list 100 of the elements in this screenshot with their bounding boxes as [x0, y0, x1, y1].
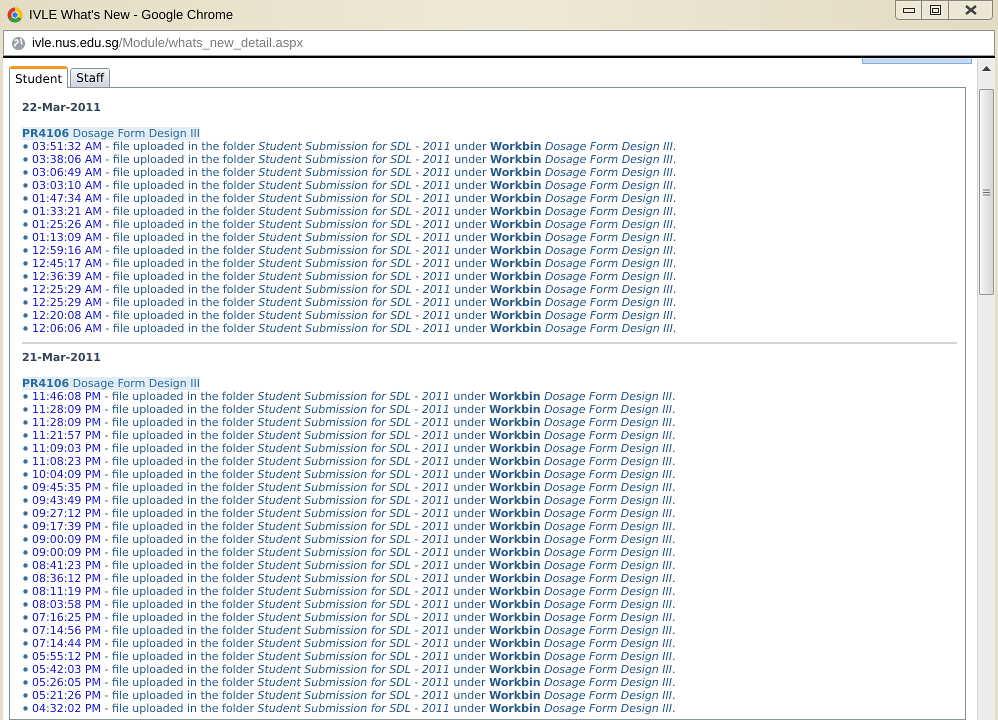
- tab[interactable]: Staff: [70, 68, 110, 87]
- update-entry: 09:27:12 PM - file uploaded in the folder Student Submission for SDL - 2011 under Workbin Dosage Form Design III.: [32, 507, 676, 520]
- update-entry: 11:46:08 PM - file uploaded in the folder Student Submission for SDL - 2011 under Workbin Dosage Form Design III.: [32, 390, 676, 403]
- close-button[interactable]: [949, 0, 993, 20]
- time-link[interactable]: 09:00:09 PM: [32, 533, 102, 546]
- update-entry: 07:14:56 PM - file uploaded in the folder Student Submission for SDL - 2011 under Workbin Dosage Form Design III.: [32, 624, 676, 637]
- scrollbar-thumb[interactable]: [979, 89, 994, 295]
- update-entry: 05:21:26 PM - file uploaded in the folder Student Submission for SDL - 2011 under Workbin Dosage Form Design III.: [32, 689, 676, 702]
- time-link[interactable]: 03:51:32 AM: [32, 140, 102, 153]
- update-entry: 12:36:39 AM - file uploaded in the folder Student Submission for SDL - 2011 under Workbin Dosage Form Design III.: [32, 270, 676, 283]
- update-entry: 08:11:19 PM - file uploaded in the folder Student Submission for SDL - 2011 under Workbin Dosage Form Design III.: [32, 585, 676, 598]
- time-link[interactable]: 12:36:39 AM: [32, 270, 102, 283]
- update-entry: 09:00:09 PM - file uploaded in the folder Student Submission for SDL - 2011 under Workbin Dosage Form Design III.: [32, 533, 676, 546]
- time-link[interactable]: 05:55:12 PM: [32, 650, 102, 663]
- update-entry: 12:20:08 AM - file uploaded in the folder Student Submission for SDL - 2011 under Workbin Dosage Form Design III.: [32, 309, 676, 322]
- update-entry: 04:32:02 PM - file uploaded in the folder Student Submission for SDL - 2011 under Workbin Dosage Form Design III.: [32, 702, 676, 715]
- browser-logo-icon: [7, 7, 23, 23]
- address-bar[interactable]: ivle.nus.edu.sg/Module/whats_new_detail.aspx: [3, 30, 995, 56]
- update-entry: 05:42:03 PM - file uploaded in the folder Student Submission for SDL - 2011 under Workbin Dosage Form Design III.: [32, 663, 676, 676]
- bullet-icon: [23, 144, 28, 149]
- time-link[interactable]: 03:06:49 AM: [32, 166, 102, 179]
- tab[interactable]: Student: [9, 66, 68, 88]
- time-link[interactable]: 07:14:56 PM: [32, 624, 102, 637]
- time-link[interactable]: 05:26:05 PM: [32, 676, 102, 689]
- time-link[interactable]: 11:28:09 PM: [32, 416, 102, 429]
- time-link[interactable]: 01:47:34 AM: [32, 192, 102, 205]
- time-link[interactable]: 09:00:09 PM: [32, 546, 102, 559]
- time-link[interactable]: 05:42:03 PM: [32, 663, 102, 676]
- bullet-icon: [23, 589, 28, 594]
- time-link[interactable]: 03:38:06 AM: [32, 153, 102, 166]
- time-link[interactable]: 07:14:44 PM: [32, 637, 102, 650]
- minimize-button[interactable]: [895, 0, 922, 20]
- time-link[interactable]: 12:45:17 AM: [32, 257, 102, 270]
- update-entry: 01:25:26 AM - file uploaded in the folder Student Submission for SDL - 2011 under Workbin Dosage Form Design III.: [32, 218, 676, 231]
- module-link[interactable]: PR4106: [22, 377, 70, 390]
- time-link[interactable]: 08:03:58 PM: [32, 598, 102, 611]
- update-entry: 03:51:32 AM - file uploaded in the folder Student Submission for SDL - 2011 under Workbin Dosage Form Design III.: [32, 140, 676, 153]
- bullet-icon: [23, 196, 28, 201]
- bullet-icon: [23, 537, 28, 542]
- update-entry: 12:45:17 AM - file uploaded in the folder Student Submission for SDL - 2011 under Workbin Dosage Form Design III.: [32, 257, 676, 270]
- bullet-icon: [23, 222, 28, 227]
- time-link[interactable]: 09:43:49 PM: [32, 494, 102, 507]
- scrollbar[interactable]: [977, 58, 995, 720]
- bullet-icon: [23, 511, 28, 516]
- bullet-icon: [23, 420, 28, 425]
- time-link[interactable]: 09:17:39 PM: [32, 520, 102, 533]
- update-entry: 09:17:39 PM - file uploaded in the folder Student Submission for SDL - 2011 under Workbin Dosage Form Design III.: [32, 520, 676, 533]
- bullet-icon: [23, 602, 28, 607]
- bullet-icon: [23, 693, 28, 698]
- time-link[interactable]: 08:36:12 PM: [32, 572, 102, 585]
- bullet-icon: [23, 235, 28, 240]
- window-title: IVLE What's New - Google Chrome: [29, 6, 234, 24]
- update-entry: 11:08:23 PM - file uploaded in the folder Student Submission for SDL - 2011 under Workbin Dosage Form Design III.: [32, 455, 676, 468]
- time-link[interactable]: 12:25:29 AM: [32, 283, 102, 296]
- time-link[interactable]: 01:33:21 AM: [32, 205, 102, 218]
- bullet-icon: [23, 248, 28, 253]
- bullet-icon: [23, 313, 28, 318]
- time-link[interactable]: 10:04:09 PM: [32, 468, 102, 481]
- scroll-up-icon[interactable]: [982, 66, 991, 71]
- module-link[interactable]: PR4106: [22, 127, 70, 140]
- bullet-icon: [23, 485, 28, 490]
- bullet-icon: [23, 459, 28, 464]
- update-entry: 01:47:34 AM - file uploaded in the folder Student Submission for SDL - 2011 under Workbin Dosage Form Design III.: [32, 192, 676, 205]
- bullet-icon: [23, 615, 28, 620]
- time-link[interactable]: 11:21:57 PM: [32, 429, 102, 442]
- time-link[interactable]: 08:41:23 PM: [32, 559, 102, 572]
- update-entry: 01:13:09 AM - file uploaded in the folder Student Submission for SDL - 2011 under Workbin Dosage Form Design III.: [32, 231, 676, 244]
- time-link[interactable]: 01:25:26 AM: [32, 218, 102, 231]
- date-heading: 22-Mar-2011: [22, 101, 101, 114]
- time-link[interactable]: 03:03:10 AM: [32, 179, 102, 192]
- bullet-icon: [23, 446, 28, 451]
- time-link[interactable]: 12:06:06 AM: [32, 322, 102, 335]
- bullet-icon: [23, 641, 28, 646]
- time-link[interactable]: 07:16:25 PM: [32, 611, 102, 624]
- update-entry: 03:06:49 AM - file uploaded in the folder Student Submission for SDL - 2011 under Workbin Dosage Form Design III.: [32, 166, 676, 179]
- time-link[interactable]: 11:46:08 PM: [32, 390, 102, 403]
- update-entry: 07:16:25 PM - file uploaded in the folder Student Submission for SDL - 2011 under Workbin Dosage Form Design III.: [32, 611, 676, 624]
- time-link[interactable]: 09:45:35 PM: [32, 481, 102, 494]
- time-link[interactable]: 08:11:19 PM: [32, 585, 102, 598]
- bullet-icon: [23, 667, 28, 672]
- bullet-icon: [23, 170, 28, 175]
- time-link[interactable]: 12:25:29 AM: [32, 296, 102, 309]
- update-entry: 08:36:12 PM - file uploaded in the folder Student Submission for SDL - 2011 under Workbin Dosage Form Design III.: [32, 572, 676, 585]
- time-link[interactable]: 12:20:08 AM: [32, 309, 102, 322]
- update-entry: 12:59:16 AM - file uploaded in the folder Student Submission for SDL - 2011 under Workbin Dosage Form Design III.: [32, 244, 676, 257]
- update-entry: 12:25:29 AM - file uploaded in the folder Student Submission for SDL - 2011 under Workbin Dosage Form Design III.: [32, 296, 676, 309]
- time-link[interactable]: 09:27:12 PM: [32, 507, 102, 520]
- update-entry: 05:55:12 PM - file uploaded in the folder Student Submission for SDL - 2011 under Workbin Dosage Form Design III.: [32, 650, 676, 663]
- time-link[interactable]: 11:09:03 PM: [32, 442, 102, 455]
- time-link[interactable]: 01:13:09 AM: [32, 231, 102, 244]
- time-link[interactable]: 04:32:02 PM: [32, 702, 102, 715]
- time-link[interactable]: 11:08:23 PM: [32, 455, 102, 468]
- time-link[interactable]: 05:21:26 PM: [32, 689, 102, 702]
- update-entry: 11:28:09 PM - file uploaded in the folder Student Submission for SDL - 2011 under Workbin Dosage Form Design III.: [32, 416, 676, 429]
- bullet-icon: [23, 407, 28, 412]
- maximize-button[interactable]: [922, 0, 949, 20]
- time-link[interactable]: 11:28:09 PM: [32, 403, 102, 416]
- time-link[interactable]: 12:59:16 AM: [32, 244, 102, 257]
- update-entry: 07:14:44 PM - file uploaded in the folder Student Submission for SDL - 2011 under Workbin Dosage Form Design III.: [32, 637, 676, 650]
- update-entry: 03:38:06 AM - file uploaded in the folder Student Submission for SDL - 2011 under Workbin Dosage Form Design III.: [32, 153, 676, 166]
